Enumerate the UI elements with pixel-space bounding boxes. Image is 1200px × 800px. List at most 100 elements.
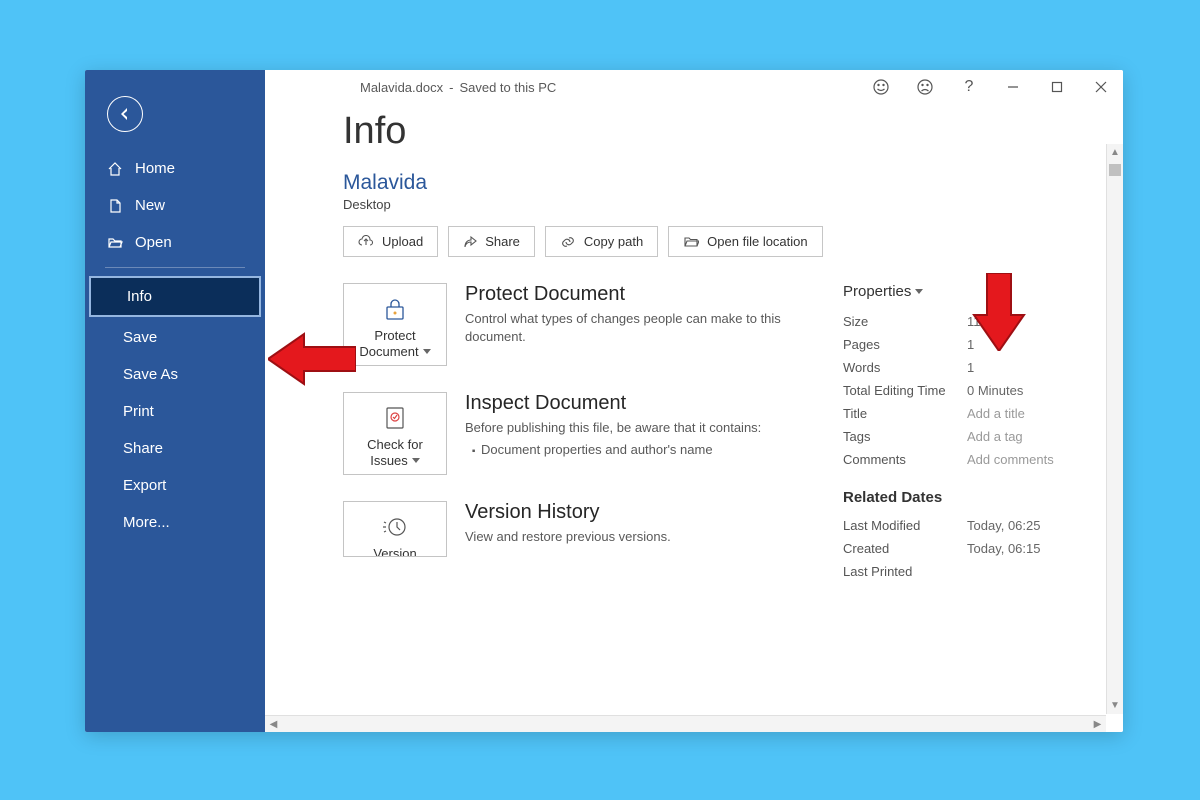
sidebar-divider [105,267,245,268]
sidebar-item-open[interactable]: Open [85,224,265,261]
open-folder-icon [107,235,123,251]
sidebar-item-share[interactable]: Share [85,430,265,467]
share-button[interactable]: Share [448,226,535,257]
sidebar-label: Save As [123,366,178,383]
lock-icon [348,294,442,324]
cloud-upload-icon [358,235,374,249]
button-text: Version [373,546,416,557]
section-title: Protect Document [465,283,803,306]
frown-icon [916,78,934,96]
history-icon [348,512,442,542]
sidebar-label: New [135,197,165,214]
check-issues-button[interactable]: Check forIssues [343,392,447,475]
sidebar-item-print[interactable]: Print [85,393,265,430]
close-button[interactable] [1079,70,1123,104]
sidebar-label: Print [123,403,154,420]
prop-pages: Pages1 [843,333,1083,356]
properties-dropdown[interactable]: Properties [843,283,1083,300]
sidebar-label: Home [135,160,175,177]
prop-created: CreatedToday, 06:15 [843,537,1083,560]
button-text: Check for [367,437,423,452]
sidebar-item-save-as[interactable]: Save As [85,356,265,393]
button-label: Upload [382,234,423,249]
section-desc: Before publishing this file, be aware th… [465,419,803,459]
title-right-controls: ? [859,70,1123,104]
bullet-item: Document properties and author's name [481,441,803,459]
section-desc: View and restore previous versions. [465,528,803,546]
sidebar-label: More... [123,514,170,531]
prop-tags[interactable]: TagsAdd a tag [843,425,1083,448]
prop-last-modified: Last ModifiedToday, 06:25 [843,514,1083,537]
link-icon [560,235,576,249]
content-area: Malavida.docx - Saved to this PC ? [265,70,1123,732]
title-filename: Malavida.docx [360,80,443,95]
sidebar-item-more[interactable]: More... [85,504,265,541]
action-row: Upload Share Copy path Open file locatio… [343,226,1123,257]
prop-last-printed: Last Printed [843,560,1083,583]
folder-open-icon [683,235,699,249]
feedback-frown-button[interactable] [903,70,947,104]
desc-text: Before publishing this file, be aware th… [465,420,761,435]
section-title: Inspect Document [465,392,803,415]
scroll-down-arrow[interactable]: ▼ [1107,697,1123,714]
prop-editing-time: Total Editing Time0 Minutes [843,379,1083,402]
help-button[interactable]: ? [947,70,991,104]
protect-document-button[interactable]: ProtectDocument [343,283,447,366]
sidebar-item-export[interactable]: Export [85,467,265,504]
sidebar-item-save[interactable]: Save [85,319,265,356]
related-dates-heading: Related Dates [843,489,1083,506]
minimize-button[interactable] [991,70,1035,104]
button-text: Document [359,344,418,359]
maximize-icon [1051,81,1063,93]
sidebar-label: Info [127,288,152,305]
home-icon [107,161,123,177]
sidebar-item-home[interactable]: Home [85,150,265,187]
check-issues-icon [348,403,442,433]
sidebar-item-info[interactable]: Info [89,276,261,317]
open-location-button[interactable]: Open file location [668,226,822,257]
page-title: Info [343,110,1123,153]
main-columns: ProtectDocument Protect Document Control… [343,283,1123,653]
left-column: ProtectDocument Protect Document Control… [343,283,803,653]
sidebar-label: Share [123,440,163,457]
sidebar-label: Save [123,329,157,346]
prop-words: Words1 [843,356,1083,379]
title-status: Saved to this PC [459,80,556,95]
properties-column: Properties Size11.6KB Pages1 Words1 Tota… [843,283,1083,653]
protect-section: ProtectDocument Protect Document Control… [343,283,803,366]
vertical-scrollbar[interactable]: ▲ ▼ [1106,144,1123,714]
title-sep: - [449,80,453,95]
feedback-smile-button[interactable] [859,70,903,104]
scroll-up-arrow[interactable]: ▲ [1107,144,1123,161]
sidebar-label: Export [123,477,166,494]
button-label: Copy path [584,234,643,249]
scroll-thumb[interactable] [1109,164,1121,176]
back-button[interactable] [107,96,143,132]
sidebar-label: Open [135,234,172,251]
smile-icon [872,78,890,96]
inspect-section: Check forIssues Inspect Document Before … [343,392,803,475]
button-label: Open file location [707,234,807,249]
share-icon [463,235,477,249]
word-backstage-window: Home New Open Info Save Save As Print [85,70,1123,732]
horizontal-scrollbar[interactable]: ◀ ▶ [265,715,1106,732]
version-history-button[interactable]: Version [343,501,447,557]
maximize-button[interactable] [1035,70,1079,104]
close-icon [1095,81,1107,93]
scroll-right-arrow[interactable]: ▶ [1089,716,1106,732]
button-label: Share [485,234,520,249]
prop-comments[interactable]: CommentsAdd comments [843,448,1083,471]
document-name: Malavida [343,171,1123,195]
upload-button[interactable]: Upload [343,226,438,257]
content-scroll: Info Malavida Desktop Upload Share Copy … [265,104,1123,732]
button-text: Issues [370,453,408,468]
sidebar-item-new[interactable]: New [85,187,265,224]
section-desc: Control what types of changes people can… [465,310,803,346]
copy-path-button[interactable]: Copy path [545,226,658,257]
new-doc-icon [107,198,123,214]
version-section: Version Version History View and restore… [343,501,803,557]
scroll-left-arrow[interactable]: ◀ [265,716,282,732]
prop-size: Size11.6KB [843,310,1083,333]
prop-title[interactable]: TitleAdd a title [843,402,1083,425]
title-bar: Malavida.docx - Saved to this PC ? [265,70,1123,104]
